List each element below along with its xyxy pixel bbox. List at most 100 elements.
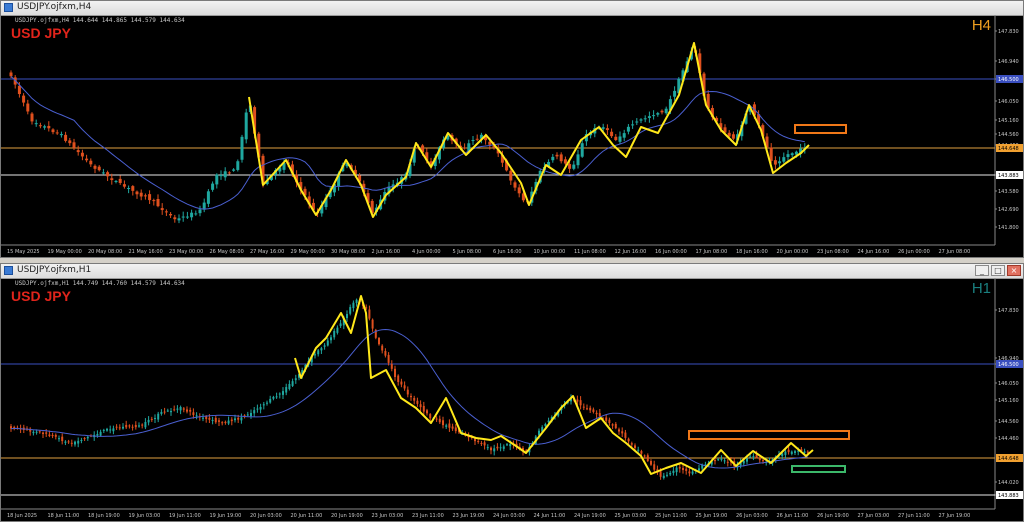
- time-label: 23 May 00:00: [169, 249, 203, 255]
- time-label: 30 May 08:00: [331, 249, 365, 255]
- candle-body: [224, 421, 227, 423]
- maximize-button[interactable]: □: [991, 265, 1005, 276]
- candle-body: [112, 428, 115, 432]
- time-label: 11 Jun 08:00: [574, 249, 606, 255]
- candle-body: [147, 419, 150, 423]
- window-controls: _ □ ×: [975, 265, 1021, 276]
- chart-icon: [4, 266, 13, 275]
- candle-body: [35, 431, 38, 433]
- candle-body: [647, 116, 651, 118]
- candle-body: [244, 112, 248, 140]
- candle-body: [742, 460, 745, 464]
- candle-body: [125, 424, 128, 428]
- candle-body: [551, 156, 555, 161]
- resistance-price-tag: 146.500: [998, 77, 1019, 83]
- support-price-tag: 143.883: [998, 173, 1019, 179]
- candle-body: [576, 154, 580, 166]
- candle-body: [144, 421, 147, 428]
- candle-body: [38, 431, 41, 433]
- price-label: 143.580: [998, 189, 1019, 195]
- candle-body: [509, 444, 512, 447]
- price-label: 145.160: [998, 398, 1019, 404]
- candle-body: [752, 456, 755, 458]
- candle-body: [595, 412, 598, 415]
- time-label: 24 Jun 11:00: [534, 513, 566, 519]
- moving-average-line: [10, 75, 805, 210]
- price-label: 141.800: [998, 225, 1019, 231]
- candle-body: [352, 302, 355, 309]
- candle-body: [189, 409, 192, 412]
- candle-body: [611, 424, 614, 426]
- price-chart-h1[interactable]: 147.830146.940146.500146.050145.160144.5…: [1, 278, 1023, 521]
- price-label: 146.050: [998, 99, 1019, 105]
- time-label: 20 Jun 19:00: [331, 513, 363, 519]
- time-label: 27 Jun 03:00: [858, 513, 890, 519]
- candle-body: [42, 432, 44, 435]
- minimize-button[interactable]: _: [975, 265, 989, 276]
- chart-window-h1[interactable]: USDJPY.ojfxm,H1 _ □ × 147.830 146.940 146.…: [0, 263, 1024, 522]
- time-label: 26 Jun 11:00: [777, 513, 809, 519]
- candle-body: [784, 451, 787, 455]
- candle-body: [394, 368, 396, 378]
- chart-icon: [4, 3, 13, 12]
- time-label: 23 Jun 19:00: [453, 513, 485, 519]
- time-label: 25 Jun 11:00: [655, 513, 687, 519]
- candle-body: [141, 424, 144, 426]
- candle-body: [614, 423, 617, 429]
- candle-body: [806, 451, 809, 453]
- chart-window-h4[interactable]: USDJPY.ojfxm,H4 147.830 146.940 146.500 146…: [0, 0, 1024, 258]
- candle-body: [592, 409, 595, 412]
- candle-body: [618, 136, 622, 142]
- target-zone-box: [688, 430, 850, 440]
- time-label: 26 Jun 19:00: [817, 513, 849, 519]
- candle-body: [211, 183, 215, 190]
- time-label: 24 Jun 03:00: [493, 513, 525, 519]
- candle-body: [672, 470, 675, 473]
- candle-body: [152, 200, 156, 202]
- candle-body: [682, 468, 684, 471]
- candle-body: [26, 103, 30, 112]
- time-label: 19 May 00:00: [48, 249, 82, 255]
- candle-body: [621, 431, 624, 434]
- candle-body: [157, 413, 160, 420]
- ohlc-info: USDJPY.ojfxm,H4 144.644 144.865 144.579 …: [15, 17, 185, 24]
- candle-body: [496, 446, 499, 449]
- candle-body: [698, 468, 700, 471]
- candle-body: [74, 441, 76, 445]
- candle-body: [445, 425, 448, 427]
- candle-body: [237, 417, 240, 420]
- candle-body: [131, 186, 135, 191]
- candle-body: [390, 364, 393, 369]
- time-label: 18 Jun 2025: [7, 513, 37, 519]
- candle-body: [618, 429, 620, 432]
- time-label: 24 Jun 16:00: [858, 249, 890, 255]
- time-label: 19 Jun 19:00: [210, 513, 242, 519]
- candle-body: [381, 345, 384, 351]
- time-label: 18 Jun 19:00: [88, 513, 120, 519]
- candle-body: [355, 299, 358, 303]
- chart-canvas-h4[interactable]: 147.830 146.940 146.500 146.050 145.160 144.5…: [1, 15, 1023, 257]
- window-title-bar[interactable]: USDJPY.ojfxm,H1 _ □ ×: [1, 264, 1023, 279]
- candle-body: [70, 442, 73, 444]
- close-button[interactable]: ×: [1007, 265, 1021, 276]
- candle-body: [80, 440, 83, 442]
- candle-body: [45, 432, 48, 434]
- candle-body: [59, 134, 63, 136]
- window-title-bar[interactable]: USDJPY.ojfxm,H4: [1, 1, 1023, 16]
- time-label: 21 May 16:00: [129, 249, 163, 255]
- candle-body: [64, 134, 68, 141]
- candle-body: [150, 418, 153, 420]
- candle-body: [218, 420, 220, 422]
- time-label: 12 Jun 16:00: [615, 249, 647, 255]
- candle-body: [605, 128, 609, 131]
- candle-body: [143, 195, 147, 197]
- candle-body: [601, 127, 605, 129]
- time-label: 19 Jun 11:00: [169, 513, 201, 519]
- price-chart-h4[interactable]: 147.830 146.940 146.500 146.050 145.160 144.5…: [1, 15, 1023, 257]
- candle-body: [106, 428, 108, 431]
- candle-body: [438, 418, 441, 423]
- candle-body: [163, 411, 166, 413]
- candle-body: [559, 154, 563, 162]
- time-label: 20 Jun 03:00: [250, 513, 282, 519]
- chart-canvas-h1[interactable]: 147.830146.940146.500146.050145.160144.5…: [1, 278, 1023, 521]
